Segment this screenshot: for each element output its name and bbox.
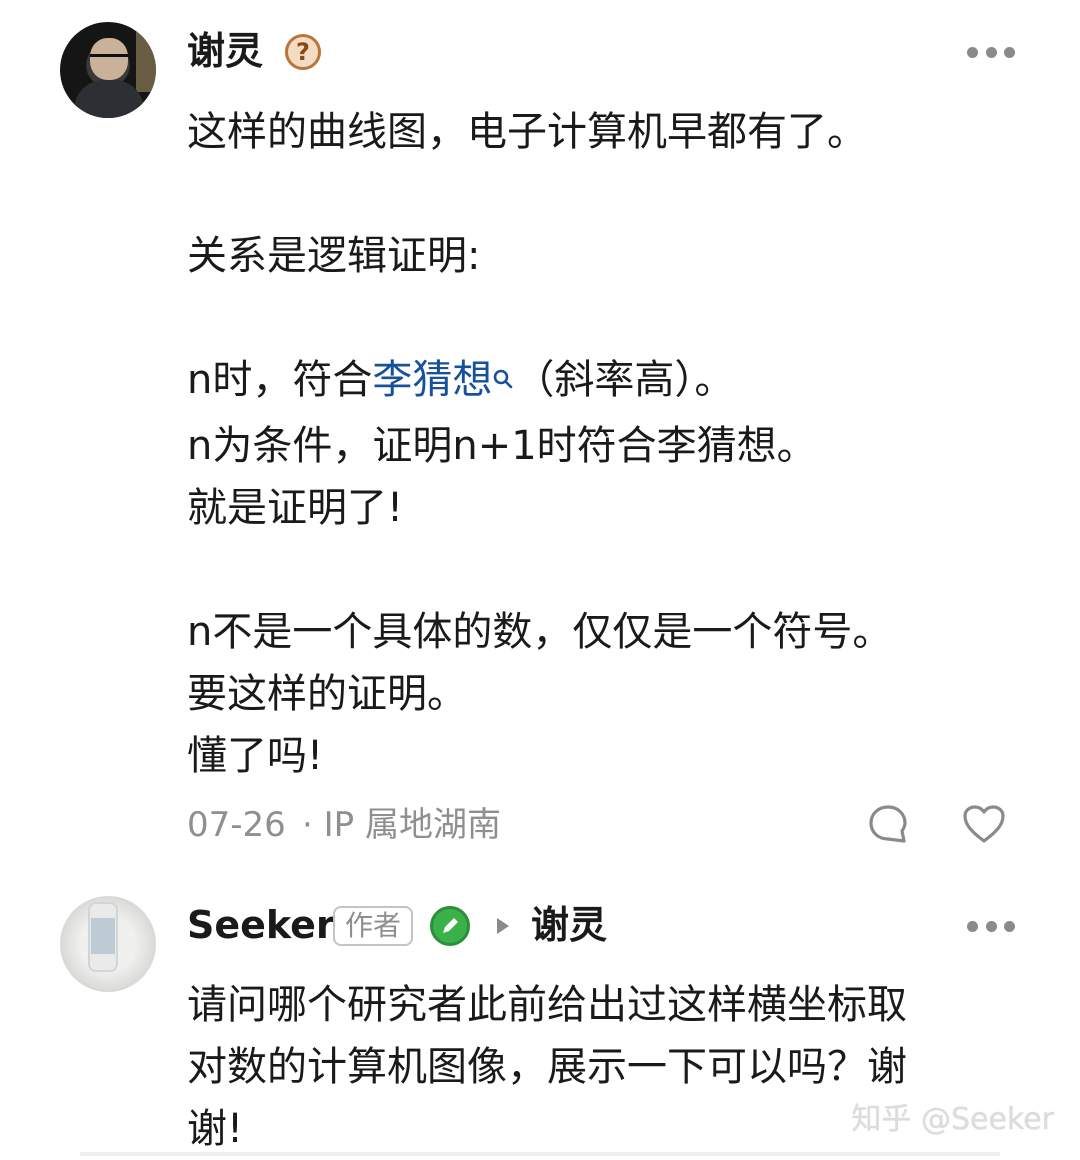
comment-line: n时，符合李猜想 （斜率高）。 (187, 349, 892, 415)
more-dots-icon[interactable] (967, 45, 1015, 59)
comment-text: n时，符合 (187, 357, 373, 403)
comment-line: 就是证明了! (187, 485, 404, 531)
comment-line (187, 539, 892, 601)
watermark: 知乎 @Seeker (851, 1102, 1054, 1137)
comment-line: 谢! (187, 1106, 244, 1152)
question-badge-icon[interactable]: ? (285, 34, 321, 70)
comment-username[interactable]: 谢灵 (187, 32, 263, 70)
comment-line: 要这样的证明。 (187, 671, 467, 717)
comment-line: 对数的计算机图像，展示一下可以吗？谢 (187, 1044, 907, 1090)
avatar-body (74, 80, 144, 118)
comment-line: n不是一个具体的数，仅仅是一个符号。 (187, 609, 893, 655)
keyword-link[interactable]: 李猜想 (372, 357, 492, 403)
avatar[interactable] (60, 22, 156, 118)
comment-body: 请问哪个研究者此前给出过这样横坐标取 对数的计算机图像，展示一下可以吗？谢 谢! (187, 974, 907, 1160)
comment-line: 懂了吗! (187, 733, 324, 779)
comment-line: 请问哪个研究者此前给出过这样横坐标取 (187, 982, 907, 1028)
triangle-arrow-icon (497, 918, 509, 934)
comment-date: 07-26 (187, 805, 286, 845)
avatar-glasses (90, 54, 128, 64)
heart-icon[interactable] (962, 804, 1006, 844)
avatar-label (91, 918, 115, 954)
reply-bubble-icon[interactable] (868, 804, 908, 844)
comment-line: n为条件，证明n+1时符合李猜想。 (187, 423, 817, 469)
comment-line: 这样的曲线图，电子计算机早都有了。 (187, 109, 867, 155)
more-dots-icon[interactable] (967, 919, 1015, 933)
comment-text: （斜率高）。 (514, 357, 735, 403)
comment-body: 这样的曲线图，电子计算机早都有了。 关系是逻辑证明: n时，符合李猜想 （斜率高）… (187, 101, 892, 787)
avatar-background (136, 32, 156, 92)
divider (80, 1152, 1000, 1156)
author-tag: 作者 (333, 906, 414, 946)
comment-line (187, 287, 892, 349)
pen-badge-icon[interactable] (430, 906, 470, 946)
comment-location: · IP 属地湖南 (302, 805, 501, 845)
comment-line: 关系是逻辑证明: (187, 233, 481, 279)
reply-to-username[interactable]: 谢灵 (531, 906, 607, 944)
avatar[interactable] (60, 896, 156, 992)
search-icon[interactable] (492, 353, 514, 415)
comment-line (187, 163, 892, 225)
comment-username[interactable]: Seeker (187, 906, 335, 944)
